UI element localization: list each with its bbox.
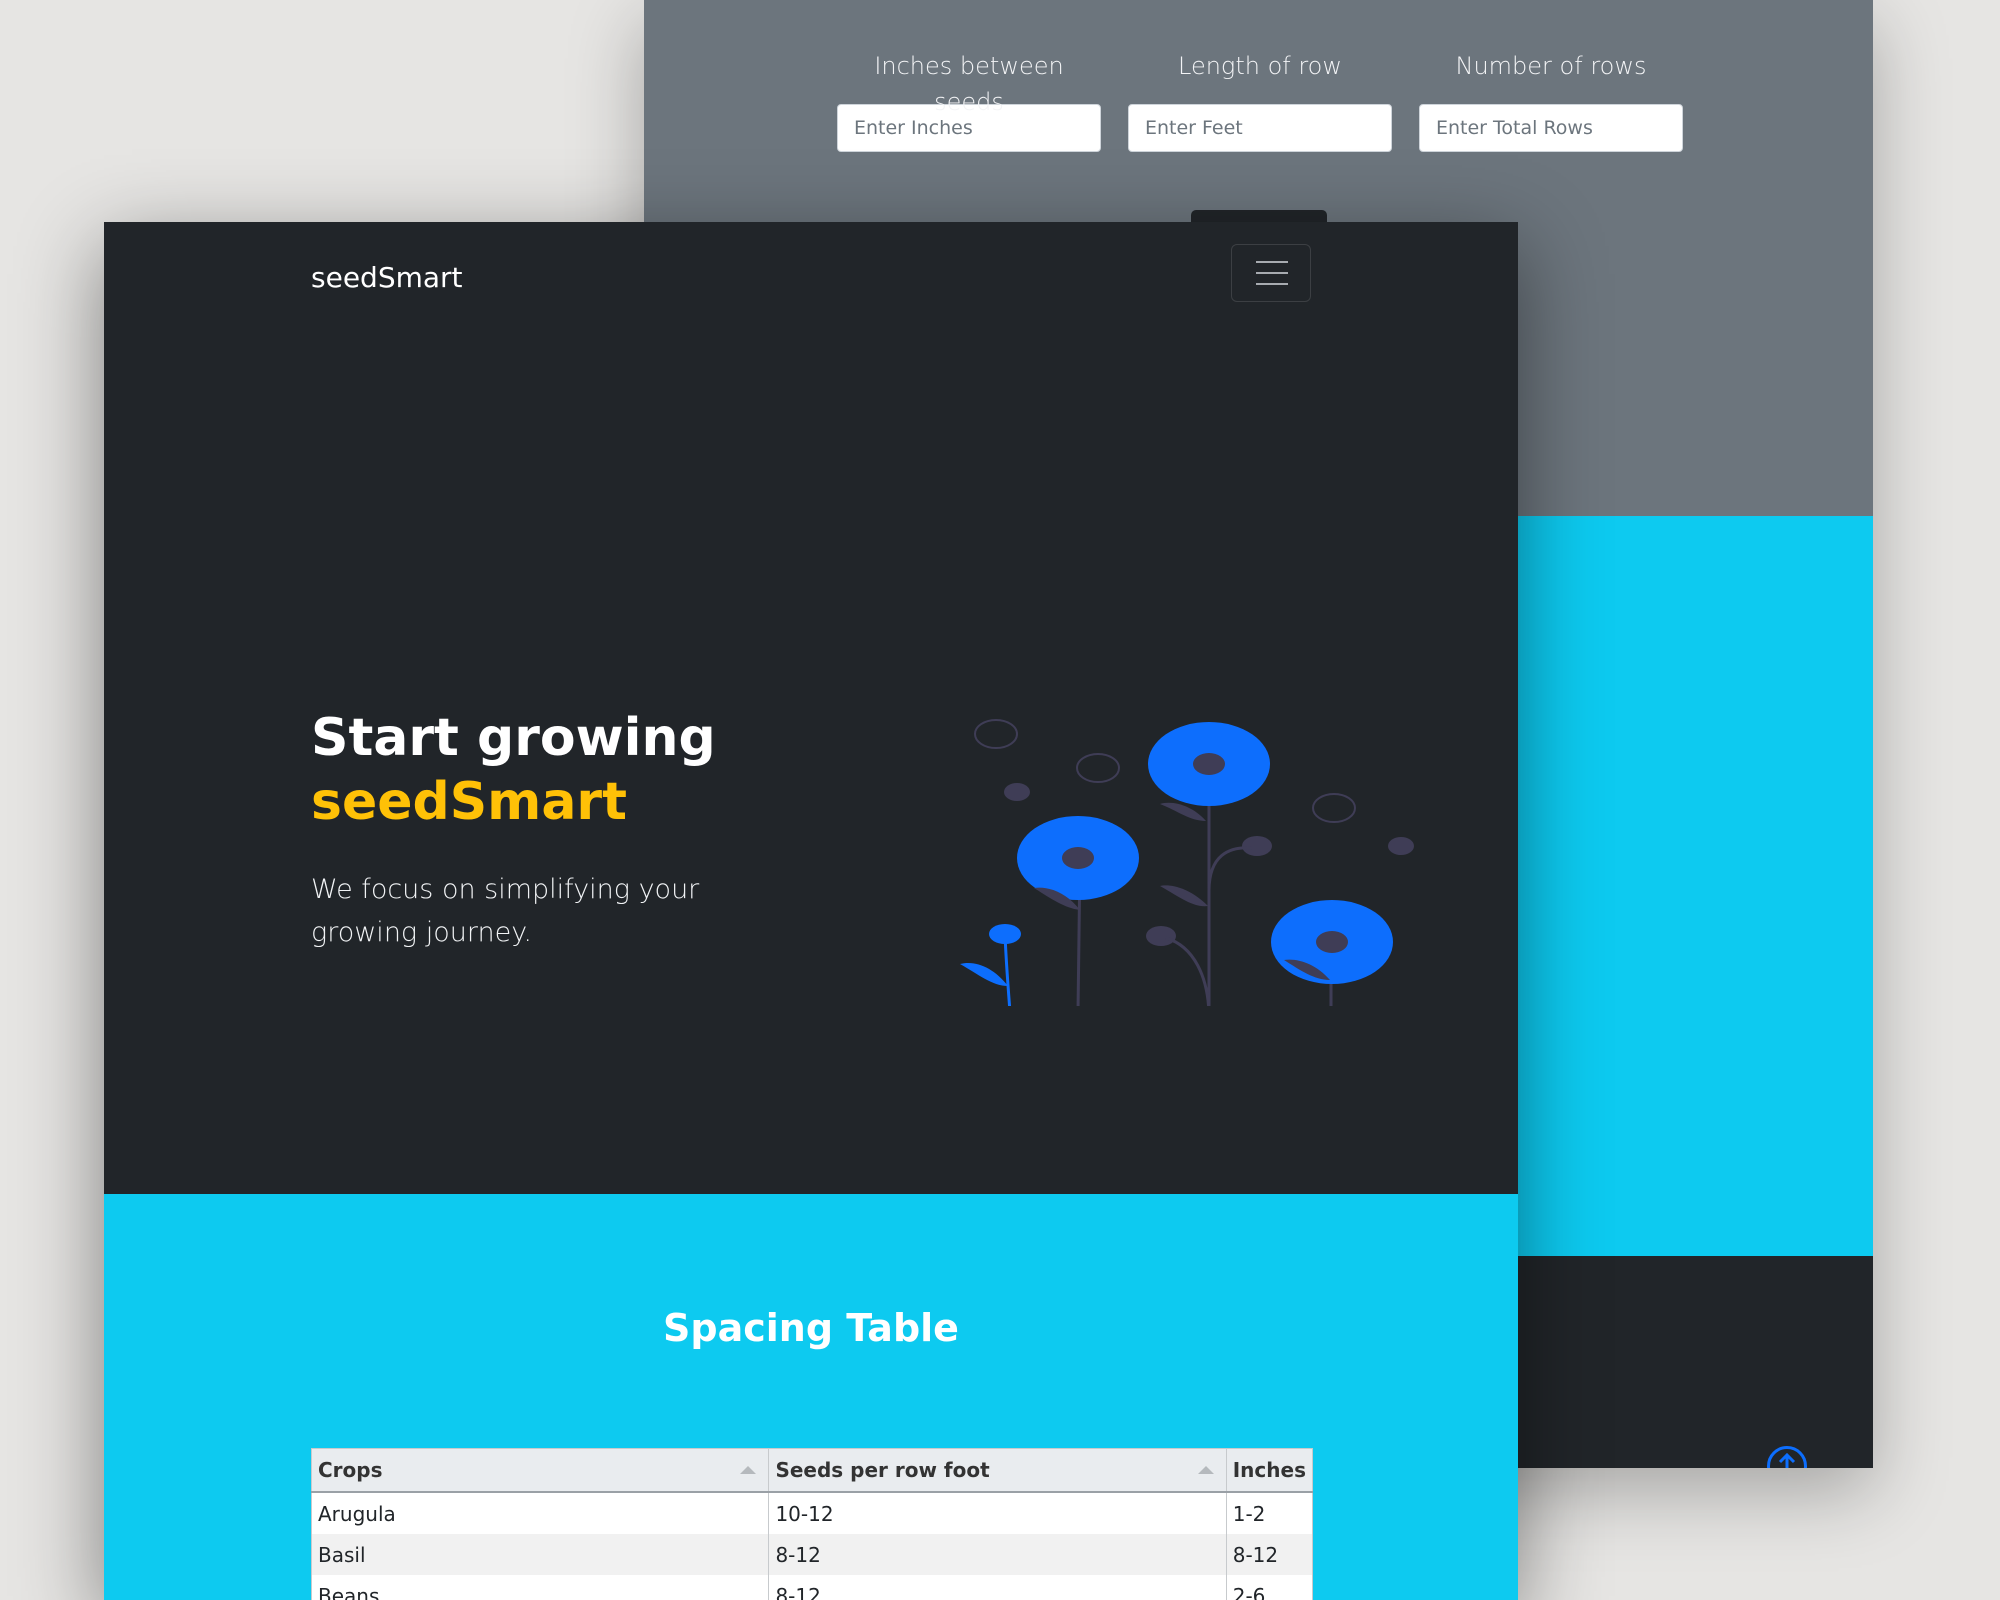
column-header-label: Inches xyxy=(1232,1458,1306,1482)
column-header-crops[interactable]: Crops xyxy=(310,1448,770,1493)
table-cell: 10-12 xyxy=(768,1492,1227,1534)
flowers-illustration xyxy=(960,719,1414,1006)
spacing-section: Spacing Table Crops Seeds per row foot I… xyxy=(104,1194,1518,1600)
table-cell: 8-12 xyxy=(768,1575,1227,1600)
column-header-seeds-per-row-foot[interactable]: Seeds per row foot xyxy=(768,1448,1227,1493)
inches-label: Inches between seeds xyxy=(874,52,1064,116)
table-row: Beans 8-12 2-6 xyxy=(310,1575,1314,1600)
bubble-outline xyxy=(974,719,1018,749)
hero-title-brand: seedSmart xyxy=(311,772,627,832)
navbar-toggler-button[interactable] xyxy=(1231,244,1311,302)
hamburger-icon-line xyxy=(1256,272,1288,274)
column-header-inches[interactable]: Inches xyxy=(1225,1448,1314,1493)
inches-field-group: Inches between seeds xyxy=(837,48,1101,152)
hero-section: seedSmart Start growing seedSmart We foc… xyxy=(104,222,1518,1194)
table-cell: Arugula xyxy=(310,1492,770,1534)
row-length-label: Length of row xyxy=(1178,52,1342,80)
bubble-dot xyxy=(1242,836,1272,856)
table-cell: 1-2 xyxy=(1225,1492,1314,1534)
sprout-bud xyxy=(989,924,1021,944)
table-header-row: Crops Seeds per row foot Inches xyxy=(310,1448,1314,1493)
bubble-dot xyxy=(1388,837,1414,855)
spacing-table: Crops Seeds per row foot Inches Arugula … xyxy=(310,1448,1314,1600)
hero-title-line1: Start growing xyxy=(311,708,716,768)
rows-count-input[interactable] xyxy=(1419,104,1683,152)
bubble-outline xyxy=(1076,753,1120,783)
arrow-up-icon xyxy=(1778,1453,1796,1468)
table-row: Basil 8-12 8-12 xyxy=(310,1534,1314,1575)
navbar-brand[interactable]: seedSmart xyxy=(311,258,463,298)
front-page-preview: seedSmart Start growing seedSmart We foc… xyxy=(104,222,1518,1600)
hamburger-icon xyxy=(1256,261,1288,263)
table-cell: Beans xyxy=(310,1575,770,1600)
row-length-field-group: Length of row xyxy=(1128,48,1392,152)
sort-up-icon xyxy=(1197,1466,1214,1474)
column-header-label: Crops xyxy=(318,1458,383,1482)
table-cell: 8-12 xyxy=(1225,1534,1314,1575)
column-header-label: Seeds per row foot xyxy=(775,1458,990,1482)
spacing-table-title: Spacing Table xyxy=(663,1306,959,1350)
sort-up-icon xyxy=(740,1466,757,1474)
row-length-input[interactable] xyxy=(1128,104,1392,152)
hero-title: Start growing seedSmart xyxy=(311,706,716,834)
rows-count-label: Number of rows xyxy=(1455,52,1647,80)
table-cell: Basil xyxy=(310,1534,770,1575)
rows-count-field-group: Number of rows xyxy=(1419,48,1683,152)
hamburger-icon-line xyxy=(1256,283,1288,285)
bubble-dot xyxy=(1004,783,1030,801)
bubble-outline xyxy=(1312,793,1356,823)
table-cell: 2-6 xyxy=(1225,1575,1314,1600)
bubble-dot xyxy=(1146,926,1176,946)
hero-lead-text: We focus on simplifying your growing jou… xyxy=(311,874,700,948)
table-cell: 8-12 xyxy=(768,1534,1227,1575)
table-row: Arugula 10-12 1-2 xyxy=(310,1492,1314,1534)
